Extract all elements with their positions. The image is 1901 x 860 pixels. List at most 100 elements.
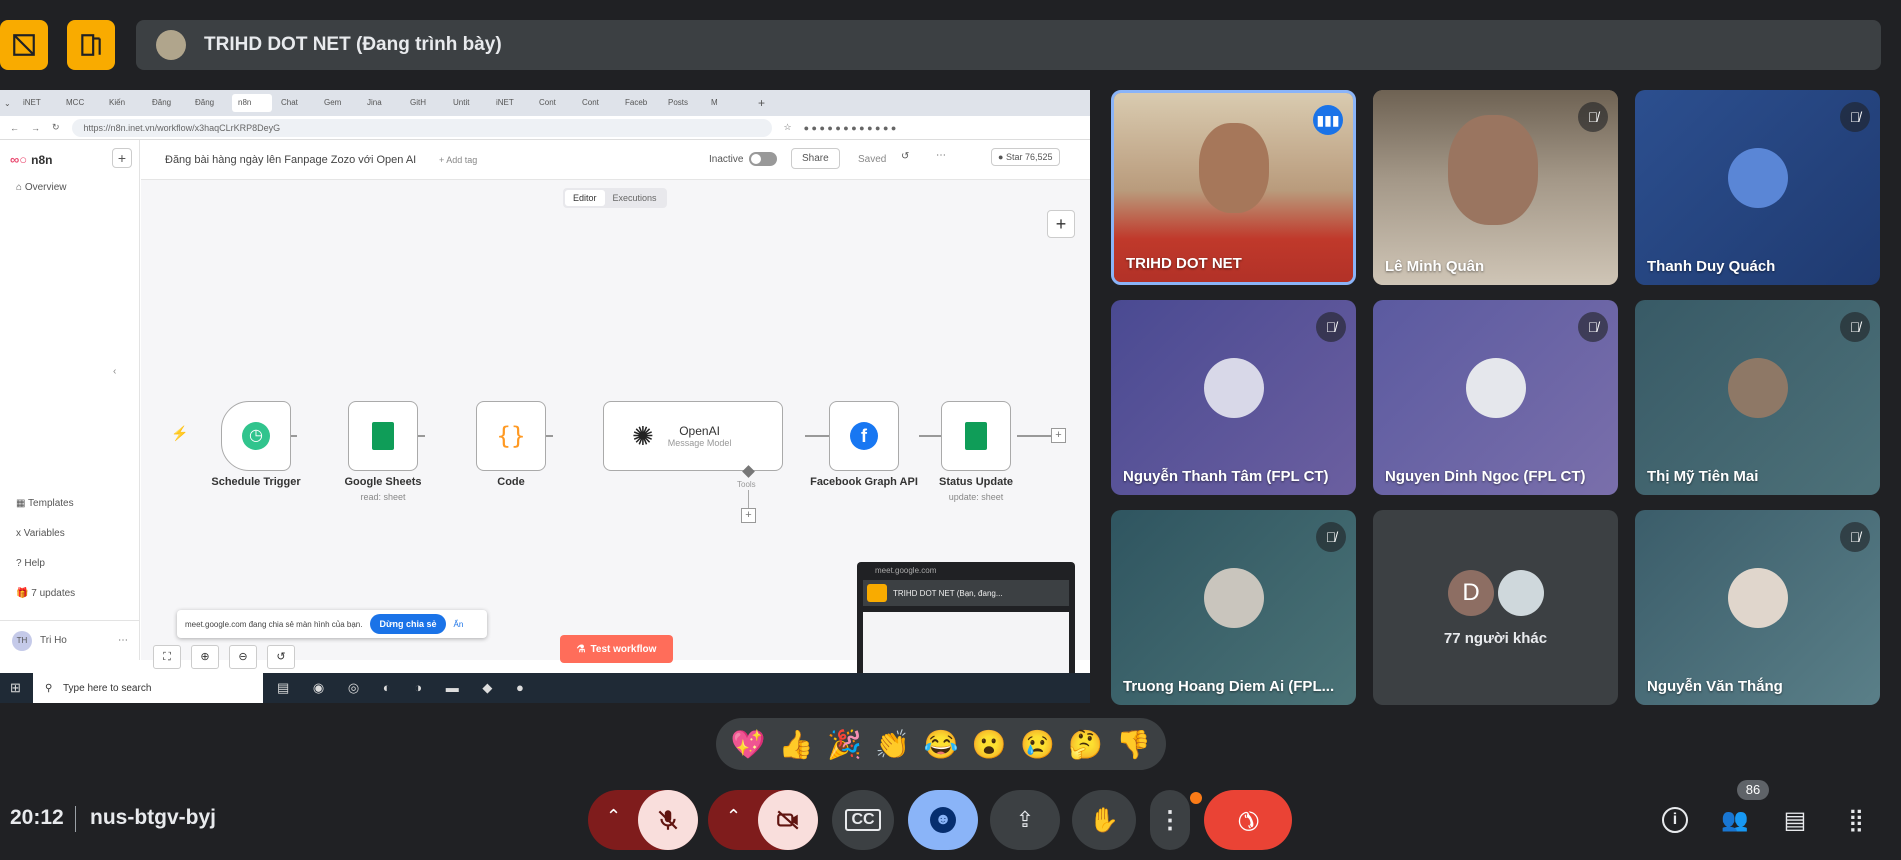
- party-popper-reaction[interactable]: 🎉: [827, 728, 862, 761]
- node-facebook-graph-api[interactable]: f: [829, 401, 899, 471]
- add-tag-link[interactable]: + Add tag: [439, 155, 477, 165]
- hide-link[interactable]: Ẩn: [454, 620, 464, 629]
- participant-tile[interactable]: 🎙̸ Thanh Duy Quách: [1635, 90, 1880, 285]
- thinking-reaction[interactable]: 🤔: [1068, 728, 1103, 761]
- thumbs-down-reaction[interactable]: 👎: [1116, 728, 1151, 761]
- emoji-button[interactable]: ☻: [908, 790, 978, 850]
- new-tab-icon[interactable]: +: [758, 96, 765, 110]
- user-menu[interactable]: TH Tri Ho ⋯: [0, 620, 140, 660]
- test-workflow-button[interactable]: ⚗ Test workflow: [560, 635, 673, 663]
- browser-tab[interactable]: iNET: [490, 94, 530, 112]
- tab-menu-icon[interactable]: ⌄: [4, 99, 14, 108]
- zoom-out-icon[interactable]: ⊖: [229, 645, 257, 669]
- camera-off-icon: [777, 810, 799, 830]
- mic-toggle-button[interactable]: [638, 790, 698, 850]
- reset-zoom-icon[interactable]: ↺: [267, 645, 295, 669]
- meeting-code[interactable]: nus-btgv-byj: [90, 806, 216, 830]
- sparkling-heart-reaction[interactable]: 💖: [731, 728, 766, 761]
- back-icon[interactable]: ←: [10, 123, 19, 133]
- mic-options-icon[interactable]: ⌃: [606, 806, 621, 827]
- sidebar-item-updates[interactable]: 🎁 7 updates: [16, 588, 75, 599]
- activities-button[interactable]: ⣿: [1838, 803, 1872, 837]
- share-button[interactable]: Share: [791, 148, 840, 169]
- forward-icon[interactable]: →: [31, 123, 40, 133]
- raise-hand-button[interactable]: ✋: [1072, 790, 1136, 850]
- browser-tab[interactable]: Cont: [533, 94, 573, 112]
- tab-editor[interactable]: Editor: [565, 190, 605, 206]
- zoom-in-icon[interactable]: ⊕: [191, 645, 219, 669]
- browser-tab[interactable]: Jina: [361, 94, 401, 112]
- companion-icon[interactable]: [67, 20, 115, 70]
- browser-tab[interactable]: n8n: [232, 94, 272, 112]
- surprised-reaction[interactable]: 😮: [972, 728, 1007, 761]
- participant-tile[interactable]: 🎙̸ Nguyễn Văn Thắng: [1635, 510, 1880, 705]
- browser-tab[interactable]: GitH: [404, 94, 444, 112]
- participant-tile[interactable]: 🎙̸ Nguyễn Thanh Tâm (FPL CT): [1111, 300, 1356, 495]
- others-tile[interactable]: D 77 người khác: [1373, 510, 1618, 705]
- node-openai[interactable]: ✺ OpenAI Message Model: [603, 401, 783, 471]
- more-options-icon[interactable]: ⋯: [936, 150, 946, 161]
- browser-tab[interactable]: Posts: [662, 94, 702, 112]
- github-star-button[interactable]: ● Star 76,525: [991, 148, 1060, 166]
- sad-reaction[interactable]: 😢: [1020, 728, 1055, 761]
- star-bookmark-icon[interactable]: ☆: [784, 122, 792, 133]
- participant-tile[interactable]: 🎙̸ Thị Mỹ Tiên Mai: [1635, 300, 1880, 495]
- sidebar-item-templates[interactable]: ▦ Templates: [16, 498, 74, 509]
- browser-tab[interactable]: Gem: [318, 94, 358, 112]
- thumbs-up-reaction[interactable]: 👍: [779, 728, 814, 761]
- camera-toggle-button[interactable]: [758, 790, 818, 850]
- add-node-button[interactable]: +: [1047, 210, 1075, 238]
- sidebar-item-variables[interactable]: x Variables: [16, 528, 65, 539]
- reload-icon[interactable]: ↻: [52, 122, 60, 133]
- participant-tile[interactable]: 🎙̸ Nguyen Dinh Ngoc (FPL CT): [1373, 300, 1618, 495]
- active-toggle[interactable]: [749, 152, 777, 166]
- node-google-sheets[interactable]: [348, 401, 418, 471]
- browser-tab[interactable]: Kiến: [103, 94, 143, 112]
- collapse-sidebar-icon[interactable]: ‹: [113, 366, 116, 377]
- more-icon[interactable]: ⋯: [118, 635, 128, 646]
- camera-options-icon[interactable]: ⌃: [726, 806, 741, 827]
- variables-icon: x: [16, 528, 24, 539]
- more-options-button[interactable]: ⋮: [1150, 790, 1190, 850]
- windows-start-icon[interactable]: ⊞: [10, 680, 21, 696]
- browser-tab[interactable]: MCC: [60, 94, 100, 112]
- browser-tab[interactable]: Đăng: [146, 94, 186, 112]
- clap-reaction[interactable]: 👏: [875, 728, 910, 761]
- captions-button[interactable]: CC: [832, 790, 894, 850]
- people-button[interactable]: 👥: [1718, 803, 1752, 837]
- address-bar[interactable]: https://n8n.inet.vn/workflow/x3haqCLrKRP…: [71, 118, 772, 137]
- browser-tab[interactable]: Chat: [275, 94, 315, 112]
- present-button[interactable]: ⇪: [990, 790, 1060, 850]
- history-icon[interactable]: ↺: [901, 151, 909, 162]
- present-off-icon[interactable]: [0, 20, 48, 70]
- browser-tab[interactable]: iNET: [17, 94, 57, 112]
- taskbar-search[interactable]: ⚲ Type here to search: [33, 673, 263, 703]
- sidebar-item-overview[interactable]: ⌂ Overview: [16, 182, 67, 193]
- tab-executions[interactable]: Executions: [605, 190, 665, 206]
- laugh-reaction[interactable]: 😂: [924, 728, 959, 761]
- participant-tile[interactable]: ▮▮▮ TRIHD DOT NET: [1111, 90, 1356, 285]
- browser-tab[interactable]: Đăng: [189, 94, 229, 112]
- workflow-title[interactable]: Đăng bài hàng ngày lên Fanpage Zozo với …: [165, 154, 416, 166]
- browser-tab[interactable]: Untit: [447, 94, 487, 112]
- tools-label: Tools: [737, 480, 756, 489]
- node-status-update[interactable]: [941, 401, 1011, 471]
- participant-tile[interactable]: 🎙̸ Truong Hoang Diem Ai (FPL...: [1111, 510, 1356, 705]
- leave-call-button[interactable]: ✆: [1204, 790, 1292, 850]
- browser-tab[interactable]: Cont: [576, 94, 616, 112]
- stop-sharing-button[interactable]: Dừng chia sẻ: [370, 614, 446, 634]
- create-button[interactable]: +: [112, 148, 132, 168]
- add-next-node-button[interactable]: +: [1051, 428, 1066, 443]
- chat-button[interactable]: ▤: [1778, 803, 1812, 837]
- sidebar-item-help[interactable]: ? Help: [16, 558, 45, 569]
- add-tool-button[interactable]: +: [741, 508, 756, 523]
- node-code[interactable]: {}: [476, 401, 546, 471]
- taskbar-app-icons[interactable]: ▤ ◉ ◎ ◐ ◑ ▬ ◆ ●: [277, 680, 534, 696]
- extensions-icons[interactable]: ● ● ● ● ● ● ● ● ● ● ● ●: [804, 123, 897, 133]
- browser-tab[interactable]: Faceb: [619, 94, 659, 112]
- meeting-details-button[interactable]: i: [1658, 803, 1692, 837]
- node-schedule-trigger[interactable]: ◷: [221, 401, 291, 471]
- participant-tile[interactable]: 🎙̸ Lê Minh Quân: [1373, 90, 1618, 285]
- browser-tab[interactable]: M: [705, 94, 745, 112]
- fit-view-icon[interactable]: ⛶: [153, 645, 181, 669]
